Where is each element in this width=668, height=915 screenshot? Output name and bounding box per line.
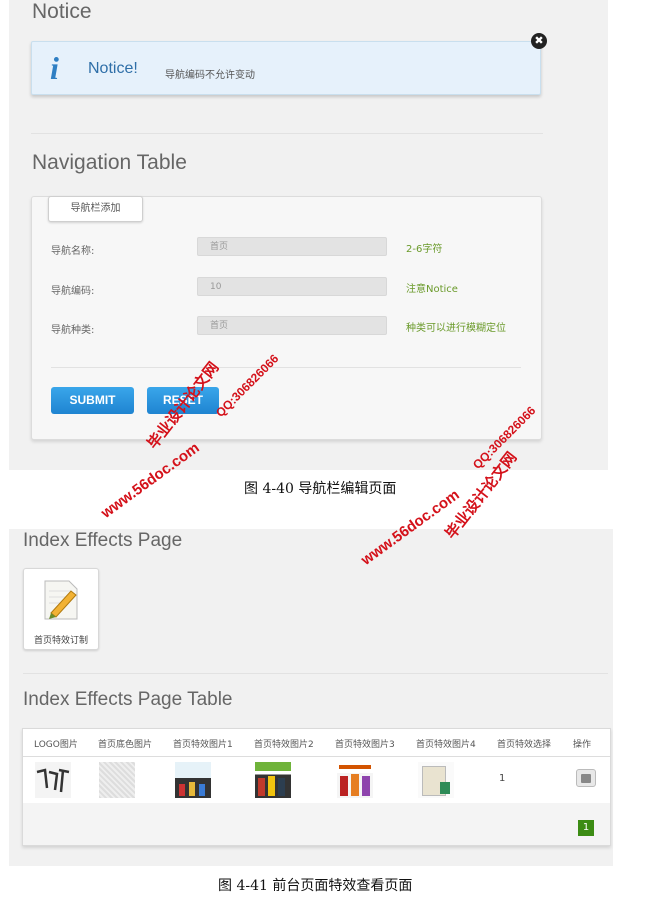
table-row: 1 (23, 757, 610, 803)
effect-image-1-thumbnail (175, 762, 211, 798)
nav-code-hint: 注意Notice (406, 284, 458, 295)
effect-image-3-thumbnail (337, 762, 373, 798)
notice-heading: Notice! (88, 60, 138, 77)
notice-text: 导航编码不允许变动 (165, 70, 255, 81)
notice-title: Notice (32, 0, 92, 23)
tab-add-navigation[interactable]: 导航栏添加 (48, 196, 143, 222)
nav-table-title: Navigation Table (32, 151, 187, 174)
pagination-page-1[interactable]: 1 (578, 820, 594, 836)
nav-type-field[interactable]: 首页 (197, 316, 387, 335)
effects-title: Index Effects Page (23, 530, 183, 551)
col-logo: LOGO图片 (34, 740, 78, 750)
effect-select-value: 1 (499, 773, 506, 784)
submit-button[interactable]: SUBMIT (51, 387, 134, 414)
figure-caption-2: 图 4-41 前台页面特效查看页面 (218, 878, 413, 894)
notice-alert: i Notice! 导航编码不允许变动 (31, 41, 541, 95)
effects-table-title: Index Effects Page Table (23, 689, 233, 710)
effect-image-2-thumbnail (255, 762, 291, 798)
divider (31, 133, 543, 134)
label-nav-name: 导航名称: (51, 246, 95, 257)
col-select: 首页特效选择 (497, 740, 552, 750)
col-img4: 首页特效图片4 (416, 740, 476, 750)
divider-2 (23, 673, 608, 674)
effects-custom-card[interactable]: 首页特效订制 (23, 568, 99, 650)
pencil-note-icon (44, 580, 78, 620)
close-icon[interactable]: ✖ (531, 33, 547, 49)
effects-card-label: 首页特效订制 (33, 636, 88, 646)
col-img1: 首页特效图片1 (173, 740, 233, 750)
table-header: LOGO图片 首页底色图片 首页特效图片1 首页特效图片2 首页特效图片3 首页… (23, 729, 610, 757)
nav-name-hint: 2-6字符 (406, 244, 443, 255)
delete-icon[interactable] (576, 769, 596, 787)
col-action: 操作 (573, 740, 592, 750)
effect-image-4-thumbnail (418, 762, 454, 798)
label-nav-code: 导航编码: (51, 286, 95, 297)
logo-thumbnail (35, 762, 71, 798)
background-thumbnail (99, 762, 135, 798)
col-img3: 首页特效图片3 (335, 740, 395, 750)
effects-table: LOGO图片 首页底色图片 首页特效图片1 首页特效图片2 首页特效图片3 首页… (22, 728, 611, 846)
figure-caption-1: 图 4-40 导航栏编辑页面 (244, 481, 397, 497)
info-icon: i (50, 50, 59, 86)
nav-name-field[interactable]: 首页 (197, 237, 387, 256)
form-divider (51, 367, 521, 368)
nav-code-field[interactable]: 10 (197, 277, 387, 296)
label-nav-type: 导航种类: (51, 325, 95, 336)
nav-type-hint: 种类可以进行模糊定位 (406, 323, 506, 334)
col-bg: 首页底色图片 (98, 740, 153, 750)
col-img2: 首页特效图片2 (254, 740, 314, 750)
